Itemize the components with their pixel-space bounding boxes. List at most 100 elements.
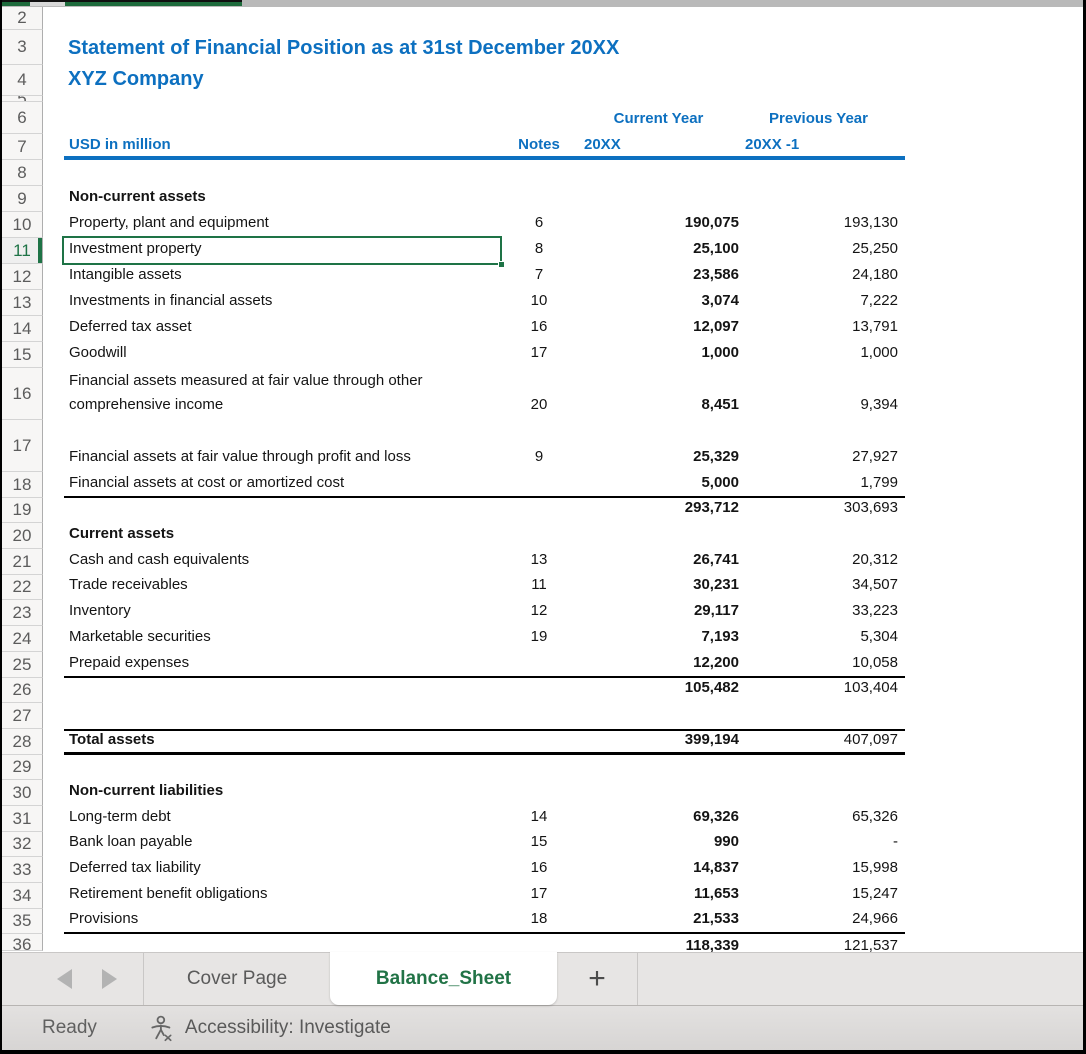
cell-label-r17[interactable]: Financial assets at fair value through p… — [64, 445, 500, 472]
cell-label-r9[interactable]: Non-current assets — [64, 185, 500, 212]
row-header-35[interactable]: 35 — [2, 909, 43, 934]
cell-current-r12[interactable]: 23,586 — [578, 263, 739, 290]
row-header-17[interactable]: 17 — [2, 420, 43, 472]
cell-previous-r17[interactable]: 27,927 — [739, 445, 899, 472]
cell-current-r36[interactable]: 118,339 — [578, 934, 739, 952]
cell-label-r24[interactable]: Marketable securities — [64, 625, 500, 652]
row-header-20[interactable]: 20 — [2, 523, 43, 549]
cell-note-r32[interactable]: 15 — [500, 830, 578, 857]
cell-current-r16[interactable]: 8,451 — [578, 393, 739, 420]
cell-current-r17[interactable]: 25,329 — [578, 445, 739, 472]
cell-note-r12[interactable]: 7 — [500, 263, 578, 290]
cell-note-r16[interactable]: 20 — [500, 393, 578, 420]
row-header-30[interactable]: 30 — [2, 780, 43, 806]
cell-previous-r21[interactable]: 20,312 — [739, 548, 899, 575]
next-sheet-arrow-icon[interactable] — [102, 969, 117, 989]
cell-previous-r24[interactable]: 5,304 — [739, 625, 899, 652]
cell-note-r11[interactable]: 8 — [500, 237, 578, 264]
cell-current-r21[interactable]: 26,741 — [578, 548, 739, 575]
row-header-15[interactable]: 15 — [2, 342, 43, 368]
row-header-2[interactable]: 2 — [2, 7, 43, 30]
cell-previous-r34[interactable]: 15,247 — [739, 882, 899, 909]
cell-previous-r15[interactable]: 1,000 — [739, 341, 899, 368]
cell-note-r33[interactable]: 16 — [500, 856, 578, 883]
cell-current-r34[interactable]: 11,653 — [578, 882, 739, 909]
cell-current-r19[interactable]: 293,712 — [578, 496, 739, 523]
cell-note-r13[interactable]: 10 — [500, 289, 578, 316]
cell-label-r25[interactable]: Prepaid expenses — [64, 651, 500, 678]
cell-previous-r6[interactable]: Previous Year — [739, 107, 899, 134]
tab-cover-page[interactable]: Cover Page — [144, 953, 330, 1005]
row-header-29[interactable]: 29 — [2, 755, 43, 780]
row-header-25[interactable]: 25 — [2, 652, 43, 678]
row-header-13[interactable]: 13 — [2, 290, 43, 316]
accessibility-status[interactable]: Accessibility: Investigate — [149, 1015, 391, 1042]
cell-note-r35[interactable]: 18 — [500, 907, 578, 934]
cell-label-r34[interactable]: Retirement benefit obligations — [64, 882, 500, 909]
cell-note-r10[interactable]: 6 — [500, 211, 578, 238]
row-header-33[interactable]: 33 — [2, 857, 43, 883]
row-header-24[interactable]: 24 — [2, 626, 43, 652]
add-sheet-button[interactable]: + — [557, 953, 637, 1005]
cell-previous-r32[interactable]: - — [739, 830, 899, 857]
cell-note-r23[interactable]: 12 — [500, 599, 578, 626]
cell-note-r36[interactable] — [500, 934, 578, 937]
row-header-16[interactable]: 16 — [2, 368, 43, 420]
cell-note-r14[interactable]: 16 — [500, 315, 578, 342]
cell-label-r16[interactable]: Financial assets measured at fair value … — [64, 369, 500, 420]
cell-note-r31[interactable]: 14 — [500, 805, 578, 832]
cell-current-r35[interactable]: 21,533 — [578, 907, 739, 934]
cell-label-r10[interactable]: Property, plant and equipment — [64, 211, 500, 238]
cell-label-r21[interactable]: Cash and cash equivalents — [64, 548, 500, 575]
cell-label-r31[interactable]: Long-term debt — [64, 805, 500, 832]
cell-label-r36[interactable] — [64, 934, 500, 937]
cell-note-r22[interactable]: 11 — [500, 573, 578, 600]
row-header-27[interactable]: 27 — [2, 703, 43, 729]
cell-previous-r23[interactable]: 33,223 — [739, 599, 899, 626]
row-header-19[interactable]: 19 — [2, 498, 43, 523]
row-header-14[interactable]: 14 — [2, 316, 43, 342]
cell-current-r25[interactable]: 12,200 — [578, 651, 739, 678]
cell-note-r24[interactable]: 19 — [500, 625, 578, 652]
cell-previous-r19[interactable]: 303,693 — [739, 496, 899, 523]
cell-previous-r36[interactable]: 121,537 — [739, 934, 899, 952]
cell-label-r15[interactable]: Goodwill — [64, 341, 500, 368]
cell-previous-r25[interactable]: 10,058 — [739, 651, 899, 678]
tab-balance-sheet[interactable]: Balance_Sheet — [330, 952, 557, 1005]
cell-note-r34[interactable]: 17 — [500, 882, 578, 909]
cell-label-r35[interactable]: Provisions — [64, 907, 500, 934]
cell-previous-r11[interactable]: 25,250 — [739, 237, 899, 264]
cell-current-r24[interactable]: 7,193 — [578, 625, 739, 652]
row-header-36[interactable]: 36 — [2, 934, 43, 951]
cell-label-r12[interactable]: Intangible assets — [64, 263, 500, 290]
cell-current-r31[interactable]: 69,326 — [578, 805, 739, 832]
row-header-28[interactable]: 28 — [2, 729, 43, 755]
row-header-34[interactable]: 34 — [2, 883, 43, 909]
row-header-4[interactable]: 4 — [2, 65, 43, 96]
cell-note-r21[interactable]: 13 — [500, 548, 578, 575]
cell-previous-r14[interactable]: 13,791 — [739, 315, 899, 342]
cell-previous-r31[interactable]: 65,326 — [739, 805, 899, 832]
row-header-21[interactable]: 21 — [2, 549, 43, 575]
cell-previous-r26[interactable]: 103,404 — [739, 676, 899, 703]
cell-current-r6[interactable]: Current Year — [578, 107, 739, 134]
cell-previous-r22[interactable]: 34,507 — [739, 573, 899, 600]
row-header-3[interactable]: 3 — [2, 30, 43, 65]
cell-previous-r16[interactable]: 9,394 — [739, 393, 899, 420]
cell-current-r10[interactable]: 190,075 — [578, 211, 739, 238]
row-header-12[interactable]: 12 — [2, 264, 43, 290]
cell-label-r28[interactable]: Total assets — [64, 728, 500, 755]
cell-previous-r18[interactable]: 1,799 — [739, 471, 899, 498]
cell-previous-r12[interactable]: 24,180 — [739, 263, 899, 290]
row-header-9[interactable]: 9 — [2, 186, 43, 212]
cell-label-r32[interactable]: Bank loan payable — [64, 830, 500, 857]
cell-previous-r10[interactable]: 193,130 — [739, 211, 899, 238]
cell-current-r13[interactable]: 3,074 — [578, 289, 739, 316]
cell-current-r11[interactable]: 25,100 — [578, 237, 739, 264]
previous-sheet-arrow-icon[interactable] — [57, 969, 72, 989]
cell-label-r33[interactable]: Deferred tax liability — [64, 856, 500, 883]
cell-current-r15[interactable]: 1,000 — [578, 341, 739, 368]
row-header-7[interactable]: 7 — [2, 134, 43, 160]
cell-label-r30[interactable]: Non-current liabilities — [64, 779, 500, 806]
cell-label-r13[interactable]: Investments in financial assets — [64, 289, 500, 316]
